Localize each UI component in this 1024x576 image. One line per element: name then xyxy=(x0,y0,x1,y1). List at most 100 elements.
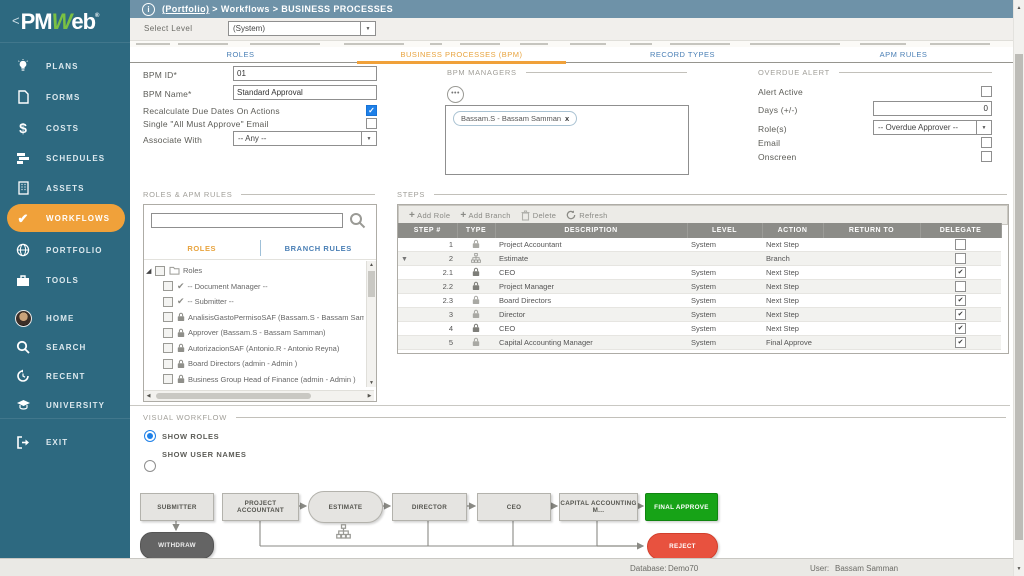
step-row[interactable]: 1 Project AccountantSystemNext Step xyxy=(398,238,1001,252)
tree-checkbox[interactable] xyxy=(163,374,173,384)
step-row-branch[interactable]: ▼2 EstimateBranch xyxy=(398,252,1001,266)
step-row[interactable]: 3 DirectorSystemNext Step xyxy=(398,308,1001,322)
scroll-down-icon[interactable]: ▼ xyxy=(367,380,376,386)
col-action[interactable]: ACTION xyxy=(762,223,823,238)
bpm-id-input[interactable] xyxy=(233,66,377,81)
col-description[interactable]: DESCRIPTION xyxy=(495,223,687,238)
scroll-down-icon[interactable]: ▼ xyxy=(1014,566,1024,572)
delegate-checkbox[interactable] xyxy=(955,253,966,264)
delegate-checkbox[interactable] xyxy=(955,309,966,320)
scrollbar-thumb[interactable] xyxy=(156,393,311,399)
tree-item[interactable]: Board Directors (admin - Admin ) xyxy=(146,356,364,372)
tree-node-roles[interactable]: ◢ Roles xyxy=(146,263,364,279)
breadcrumb-portfolio-link[interactable]: (Portfolio) xyxy=(162,4,209,14)
tree-checkbox[interactable] xyxy=(163,281,173,291)
node-final-approve[interactable]: FINAL APPROVE xyxy=(645,493,718,521)
scroll-right-icon[interactable]: ▶ xyxy=(365,393,374,399)
roles-subtab[interactable]: ROLES xyxy=(144,244,260,253)
col-level[interactable]: LEVEL xyxy=(687,223,762,238)
delegate-checkbox[interactable] xyxy=(955,267,966,278)
show-user-names-radio[interactable] xyxy=(144,460,156,472)
tree-vertical-scrollbar[interactable]: ▲ ▼ xyxy=(366,261,376,387)
sidebar-item-home[interactable]: HOME xyxy=(0,306,130,330)
sidebar-item-recent[interactable]: RECENT xyxy=(0,364,130,388)
delegate-checkbox[interactable] xyxy=(955,239,966,250)
tree-item[interactable]: ✔ -- Submitter -- xyxy=(146,294,364,310)
pmweb-logo[interactable]: <PMWeb® xyxy=(12,9,98,35)
delegate-checkbox[interactable] xyxy=(955,281,966,292)
recalc-checkbox[interactable] xyxy=(366,105,377,116)
bpm-name-input[interactable] xyxy=(233,85,377,100)
step-row[interactable]: 4 CEOSystemNext Step xyxy=(398,322,1001,336)
tab-roles[interactable]: ROLES xyxy=(130,47,351,62)
sidebar-item-costs[interactable]: $ COSTS xyxy=(0,116,130,140)
col-type[interactable]: TYPE xyxy=(457,223,495,238)
tree-checkbox[interactable] xyxy=(163,359,173,369)
select-level-dropdown[interactable]: (System) ▼ xyxy=(228,21,376,36)
sidebar-item-schedules[interactable]: SCHEDULES xyxy=(0,146,130,170)
tree-item[interactable]: AnalisisGastoPermisoSAF (Bassam.S - Bass… xyxy=(146,310,364,326)
add-branch-button[interactable]: +Add Branch xyxy=(460,210,510,221)
scrollbar-thumb[interactable] xyxy=(368,271,375,297)
tree-horizontal-scrollbar[interactable]: ◀ ▶ xyxy=(144,390,374,401)
email-checkbox[interactable] xyxy=(981,137,992,148)
tree-checkbox[interactable] xyxy=(163,312,173,322)
delegate-checkbox[interactable] xyxy=(955,337,966,348)
sidebar-item-exit[interactable]: EXIT xyxy=(0,430,130,454)
roles-dropdown[interactable]: -- Overdue Approver -- ▼ xyxy=(873,120,992,135)
manager-tag-remove[interactable]: x xyxy=(565,114,569,123)
branch-rules-subtab[interactable]: BRANCH RULES xyxy=(261,244,377,253)
tree-item[interactable]: Approver (Bassam.S - Bassam Samman) xyxy=(146,325,364,341)
node-reject[interactable]: REJECT xyxy=(647,533,718,560)
node-capital-accounting[interactable]: CAPITAL ACCOUNTING M... xyxy=(559,493,638,521)
add-role-button[interactable]: +Add Role xyxy=(409,210,450,221)
refresh-button[interactable]: Refresh xyxy=(566,210,607,220)
node-estimate[interactable]: ESTIMATE xyxy=(308,491,383,523)
node-ceo[interactable]: CEO xyxy=(477,493,551,521)
tree-checkbox[interactable] xyxy=(163,343,173,353)
node-project-accountant[interactable]: PROJECT ACCOUNTANT xyxy=(222,493,299,521)
tree-expander-icon[interactable]: ◢ xyxy=(146,267,154,275)
col-delegate[interactable]: DELEGATE xyxy=(920,223,1001,238)
sidebar-item-plans[interactable]: PLANS xyxy=(0,54,130,78)
step-row[interactable]: 2.1 CEOSystemNext Step xyxy=(398,266,1001,280)
sidebar-item-portfolio[interactable]: PORTFOLIO xyxy=(0,238,130,262)
col-step[interactable]: STEP # xyxy=(398,223,457,238)
bpm-managers-picker-button[interactable]: ••• xyxy=(447,86,464,103)
sidebar-item-tools[interactable]: TOOLS xyxy=(0,268,130,292)
tree-checkbox[interactable] xyxy=(163,328,173,338)
node-submitter[interactable]: SUBMITTER xyxy=(140,493,214,521)
step-row[interactable]: 2.3 Board DirectorsSystemNext Step xyxy=(398,294,1001,308)
col-return-to[interactable]: RETURN TO xyxy=(823,223,920,238)
vertical-scrollbar[interactable]: ▲ ▼ xyxy=(1013,0,1024,576)
scrollbar-thumb[interactable] xyxy=(1015,54,1023,540)
step-row[interactable]: 2.2 Project ManagerSystemNext Step xyxy=(398,280,1001,294)
scroll-left-icon[interactable]: ◀ xyxy=(144,393,153,399)
search-icon[interactable] xyxy=(349,212,366,234)
single-email-checkbox[interactable] xyxy=(366,118,377,129)
tab-apm-rules[interactable]: APM RULES xyxy=(793,47,1014,62)
delegate-checkbox[interactable] xyxy=(955,323,966,334)
info-icon[interactable]: i xyxy=(142,3,155,16)
tab-business-processes[interactable]: BUSINESS PROCESSES (BPM) xyxy=(351,47,572,62)
onscreen-checkbox[interactable] xyxy=(981,151,992,162)
delegate-checkbox[interactable] xyxy=(955,295,966,306)
tree-checkbox[interactable] xyxy=(163,297,173,307)
node-withdraw[interactable]: WITHDRAW xyxy=(140,532,214,559)
tree-checkbox[interactable] xyxy=(155,266,165,276)
scroll-up-icon[interactable]: ▲ xyxy=(367,262,376,268)
sidebar-item-university[interactable]: UNIVERSITY xyxy=(0,393,130,417)
sidebar-item-search[interactable]: SEARCH xyxy=(0,335,130,359)
row-expander-icon[interactable]: ▼ xyxy=(401,256,408,263)
roles-search-input[interactable] xyxy=(151,213,343,228)
tab-record-types[interactable]: RECORD TYPES xyxy=(572,47,793,62)
delete-button[interactable]: Delete xyxy=(521,210,556,221)
tree-item[interactable]: ✔ -- Document Manager -- xyxy=(146,279,364,295)
days-input[interactable] xyxy=(873,101,992,116)
tree-item[interactable]: Business Group Head of Finance (admin - … xyxy=(146,372,364,386)
alert-active-checkbox[interactable] xyxy=(981,86,992,97)
show-roles-radio[interactable] xyxy=(144,430,156,442)
node-director[interactable]: DIRECTOR xyxy=(392,493,467,521)
sidebar-item-workflows[interactable]: ✔ WORKFLOWS xyxy=(0,206,130,230)
step-row[interactable]: 5 Capital Accounting ManagerSystemFinal … xyxy=(398,336,1001,350)
